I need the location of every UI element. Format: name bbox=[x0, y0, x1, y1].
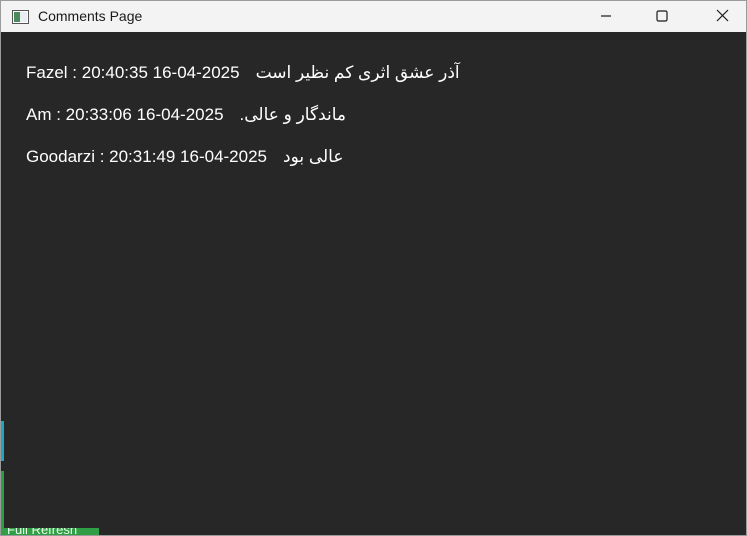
comment-meta: Goodarzi : 20:31:49 16-04-2025 bbox=[26, 147, 268, 166]
comment-row: Goodarzi : 20:31:49 16-04-2025 عالی بود bbox=[26, 147, 344, 167]
maximize-button[interactable] bbox=[639, 1, 685, 32]
minimize-icon bbox=[600, 7, 612, 26]
close-icon bbox=[716, 7, 729, 26]
close-button[interactable] bbox=[699, 1, 745, 32]
background-window-edge bbox=[1, 421, 4, 535]
background-refresh-button[interactable]: Full Refresh bbox=[1, 528, 99, 536]
app-window-icon bbox=[12, 9, 29, 24]
maximize-icon bbox=[656, 7, 668, 26]
comment-meta: Am : 20:33:06 16-04-2025 bbox=[26, 105, 224, 124]
window-title: Comments Page bbox=[38, 8, 143, 24]
comment-row: Fazel : 20:40:35 16-04-2025 آذر عشق اثری… bbox=[26, 63, 460, 83]
comment-text: عالی بود bbox=[283, 147, 344, 166]
background-refresh-label: Full Refresh bbox=[7, 528, 78, 536]
comments-list: Fazel : 20:40:35 16-04-2025 آذر عشق اثری… bbox=[1, 33, 746, 535]
comment-text: آذر عشق اثری کم نظیر است bbox=[255, 63, 460, 82]
title-bar[interactable]: Comments Page bbox=[1, 1, 746, 32]
comments-window: Comments Page Fazel : 20:40:35 16-04-202… bbox=[0, 0, 747, 536]
comment-row: Am : 20:33:06 16-04-2025 ماندگار و عالی. bbox=[26, 105, 346, 125]
comment-text: ماندگار و عالی. bbox=[239, 105, 347, 124]
minimize-button[interactable] bbox=[583, 1, 629, 32]
comment-meta: Fazel : 20:40:35 16-04-2025 bbox=[26, 63, 240, 82]
